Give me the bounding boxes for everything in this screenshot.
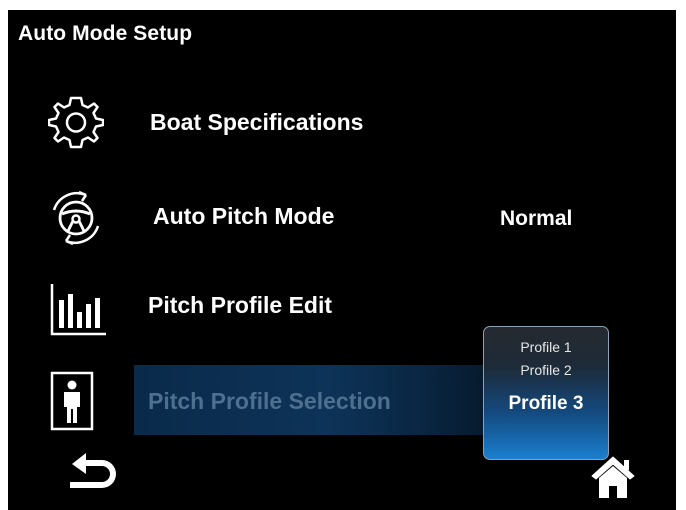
auto-pitch-mode-value: Normal [500, 207, 573, 230]
profile-dropdown[interactable]: Profile 1 Profile 2 Profile 3 [483, 326, 609, 460]
menu-item-auto-pitch-mode[interactable]: Auto Pitch Mode [153, 203, 334, 230]
gear-icon [48, 96, 104, 149]
steering-wheel-icon [52, 190, 100, 246]
page-title: Auto Mode Setup [18, 22, 193, 45]
profile-option-3-selected[interactable]: Profile 3 [484, 393, 608, 415]
bar-chart-icon [50, 284, 106, 336]
person-icon [50, 371, 94, 431]
auto-mode-setup-screen: Auto Mode Setup Boat Specifications Auto… [8, 10, 676, 510]
menu-item-boat-specifications[interactable]: Boat Specifications [150, 109, 363, 136]
menu-item-pitch-profile-selection[interactable]: Pitch Profile Selection [148, 388, 391, 415]
home-icon[interactable] [588, 454, 638, 500]
menu-item-pitch-profile-edit[interactable]: Pitch Profile Edit [148, 292, 332, 319]
profile-option-2[interactable]: Profile 2 [484, 362, 608, 378]
profile-option-1[interactable]: Profile 1 [484, 339, 608, 355]
back-arrow-icon[interactable] [64, 450, 124, 500]
